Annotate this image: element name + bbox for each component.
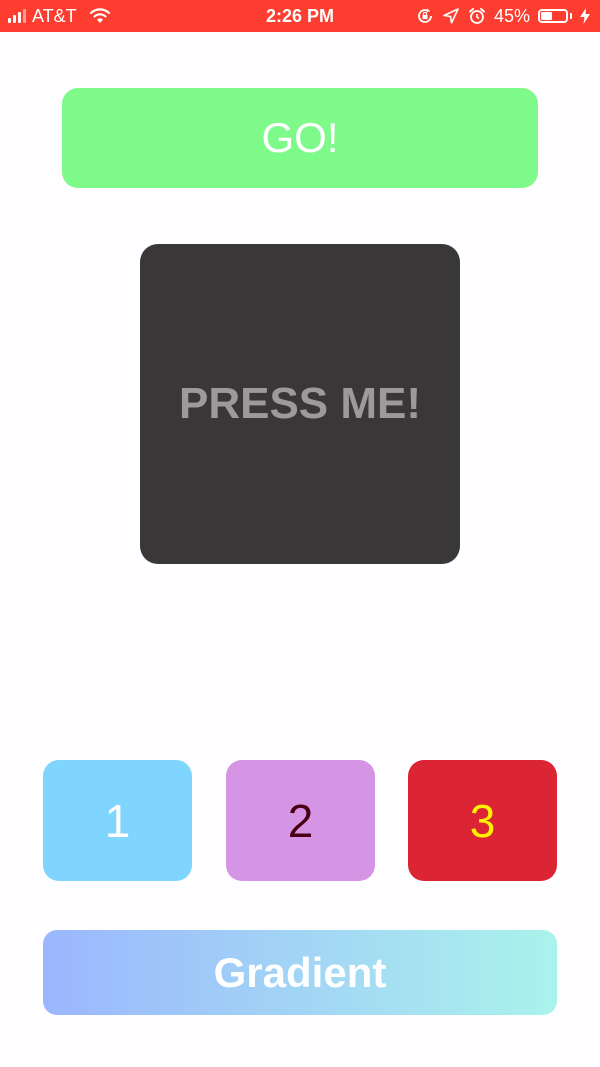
battery-icon xyxy=(538,9,568,23)
charging-bolt-icon xyxy=(580,8,590,24)
press-me-button[interactable]: PRESS ME! xyxy=(140,244,460,564)
button-3[interactable]: 3 xyxy=(408,760,557,881)
alarm-icon xyxy=(468,8,485,24)
button-1[interactable]: 1 xyxy=(43,760,192,881)
rotation-lock-icon xyxy=(418,8,432,23)
button-2[interactable]: 2 xyxy=(226,760,375,881)
battery-percent: 45% xyxy=(493,5,530,26)
gradient-button[interactable]: Gradient xyxy=(43,930,557,1015)
status-bar-right: 45% xyxy=(416,0,590,32)
battery-cap xyxy=(570,13,572,19)
go-button[interactable]: GO! xyxy=(62,88,538,188)
location-arrow-icon xyxy=(443,8,459,24)
status-bar: AT&T 2:26 PM 45% xyxy=(0,0,600,32)
battery-fill xyxy=(541,12,552,20)
